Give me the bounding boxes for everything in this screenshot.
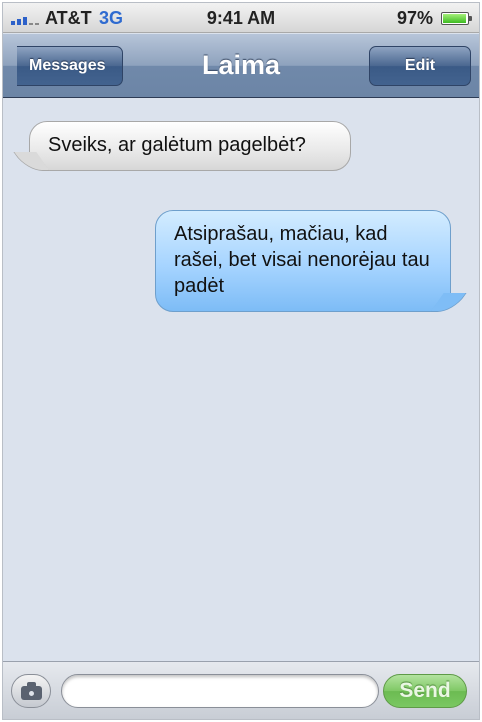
messages-screen: AT&T 3G 9:41 AM 97% Messages Laima Edit … [2, 2, 480, 720]
incoming-message-bubble[interactable]: Sveiks, ar galėtum pagelbėt? [29, 121, 351, 171]
battery-level [443, 14, 467, 23]
camera-button[interactable] [11, 674, 51, 708]
message-input[interactable] [61, 674, 379, 708]
message-text: Atsiprašau, mačiau, kad rašei, bet visai… [174, 223, 430, 297]
camera-icon [21, 682, 42, 700]
nav-bar: Messages Laima Edit [3, 34, 479, 98]
message-thread[interactable]: Sveiks, ar galėtum pagelbėt? Atsiprašau,… [3, 99, 479, 664]
status-bar: AT&T 3G 9:41 AM 97% [3, 3, 479, 33]
edit-button[interactable]: Edit [369, 46, 471, 86]
outgoing-message-bubble[interactable]: Atsiprašau, mačiau, kad rašei, bet visai… [155, 210, 451, 312]
battery-icon [441, 12, 472, 25]
send-button[interactable]: Send [383, 674, 467, 708]
compose-bar: Send [3, 661, 479, 719]
message-text: Sveiks, ar galėtum pagelbėt? [48, 134, 306, 156]
battery-percent: 97% [396, 8, 433, 28]
